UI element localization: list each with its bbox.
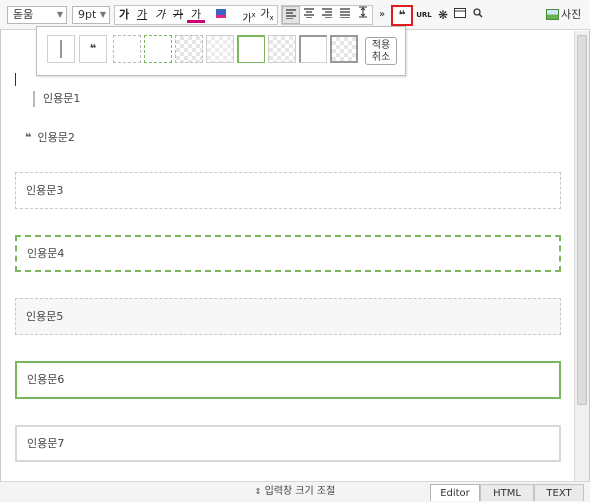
highlighter-icon bbox=[216, 9, 226, 18]
quote-swatch-thick[interactable] bbox=[330, 35, 358, 63]
quote-swatch-dashed-gray[interactable] bbox=[113, 35, 141, 63]
align-center-icon[interactable] bbox=[300, 6, 318, 24]
apply-cancel-button[interactable]: 적용 취소 bbox=[365, 37, 397, 65]
font-size-value: 9pt bbox=[78, 8, 97, 21]
bottom-bar: ⇕ 입력창 크기 조절 Editor HTML TEXT bbox=[0, 481, 590, 502]
quote-button[interactable]: ❝ bbox=[391, 5, 413, 26]
vertical-scrollbar[interactable] bbox=[574, 31, 589, 481]
tab-text[interactable]: TEXT bbox=[534, 484, 584, 501]
tab-editor[interactable]: Editor bbox=[430, 484, 480, 501]
table-icon[interactable] bbox=[451, 6, 469, 24]
more-button[interactable]: » bbox=[373, 6, 391, 24]
quote-style-6[interactable]: 인용문6 bbox=[15, 361, 561, 399]
align-left-icon[interactable] bbox=[282, 6, 300, 24]
tab-html[interactable]: HTML bbox=[480, 484, 534, 501]
bold-button[interactable]: 가 bbox=[115, 6, 133, 24]
resize-label: 입력창 크기 조절 bbox=[264, 486, 336, 497]
editor-body[interactable]: 인용문1 ❝ 인용문2 인용문3 인용문4 인용문5 인용문6 인용문7 bbox=[1, 31, 574, 481]
photo-label: 사진 bbox=[561, 8, 582, 21]
quote-swatch-dashed-fill[interactable] bbox=[175, 35, 203, 63]
quote-style-2-text: 인용문2 bbox=[37, 131, 75, 144]
font-family-value: 돋움 bbox=[13, 8, 34, 21]
cancel-label: 취소 bbox=[371, 52, 391, 63]
quote-style-5[interactable]: 인용문5 bbox=[15, 298, 561, 335]
quote-style-3[interactable]: 인용문3 bbox=[15, 172, 561, 209]
line-height-icon[interactable] bbox=[354, 6, 372, 24]
quote-swatch-fill[interactable] bbox=[268, 35, 296, 63]
align-justify-icon[interactable] bbox=[336, 6, 354, 24]
align-right-icon[interactable] bbox=[318, 6, 336, 24]
photo-button[interactable]: 사진 bbox=[546, 6, 581, 24]
url-button[interactable]: URL bbox=[414, 6, 434, 24]
italic-button[interactable]: 가 bbox=[151, 6, 169, 24]
font-family-select[interactable]: 돋움 ▼ bbox=[7, 6, 67, 24]
highlight-color-button[interactable] bbox=[212, 6, 230, 24]
quote-style-7[interactable]: 인용문7 bbox=[15, 425, 561, 462]
quote-swatch-mark[interactable]: ❝ bbox=[79, 35, 107, 63]
chevron-down-icon: ▼ bbox=[99, 10, 106, 19]
quote-style-1[interactable]: 인용문1 bbox=[33, 91, 80, 107]
quote-swatch-solid-green[interactable] bbox=[237, 35, 265, 63]
underline-button[interactable]: 가 bbox=[133, 6, 151, 24]
subscript-button[interactable]: 가x bbox=[258, 6, 276, 24]
resize-arrows-icon: ⇕ bbox=[254, 487, 262, 496]
quote-swatch-solid-gray[interactable] bbox=[206, 35, 234, 63]
apply-label: 적용 bbox=[371, 40, 391, 51]
photo-icon bbox=[546, 9, 559, 20]
strikethrough-button[interactable]: 가 bbox=[169, 6, 187, 24]
quote-style-dropdown: ❝ 적용 취소 bbox=[36, 26, 406, 76]
scrollbar-thumb[interactable] bbox=[577, 35, 587, 405]
font-size-select[interactable]: 9pt ▼ bbox=[72, 6, 110, 24]
quote-icon: ❝ bbox=[398, 8, 406, 22]
quote-swatch-dashed-green[interactable] bbox=[144, 35, 172, 63]
quote-swatch-line[interactable] bbox=[47, 35, 75, 63]
quote-style-2[interactable]: ❝ 인용문2 bbox=[25, 131, 75, 145]
superscript-label: 가 bbox=[242, 13, 252, 25]
search-icon[interactable] bbox=[469, 6, 487, 24]
quote-mark-icon: ❝ bbox=[25, 131, 32, 144]
quote-swatch-shadow[interactable] bbox=[299, 35, 327, 63]
subscript-label: 가 bbox=[260, 9, 270, 20]
special-char-icon[interactable]: ❋ bbox=[434, 6, 452, 24]
text-color-button[interactable]: 가 bbox=[187, 6, 205, 23]
superscript-button[interactable]: 가x bbox=[240, 6, 258, 24]
chevron-down-icon: ▼ bbox=[56, 10, 63, 19]
text-caret bbox=[15, 73, 16, 86]
quote-style-4[interactable]: 인용문4 bbox=[15, 235, 561, 272]
